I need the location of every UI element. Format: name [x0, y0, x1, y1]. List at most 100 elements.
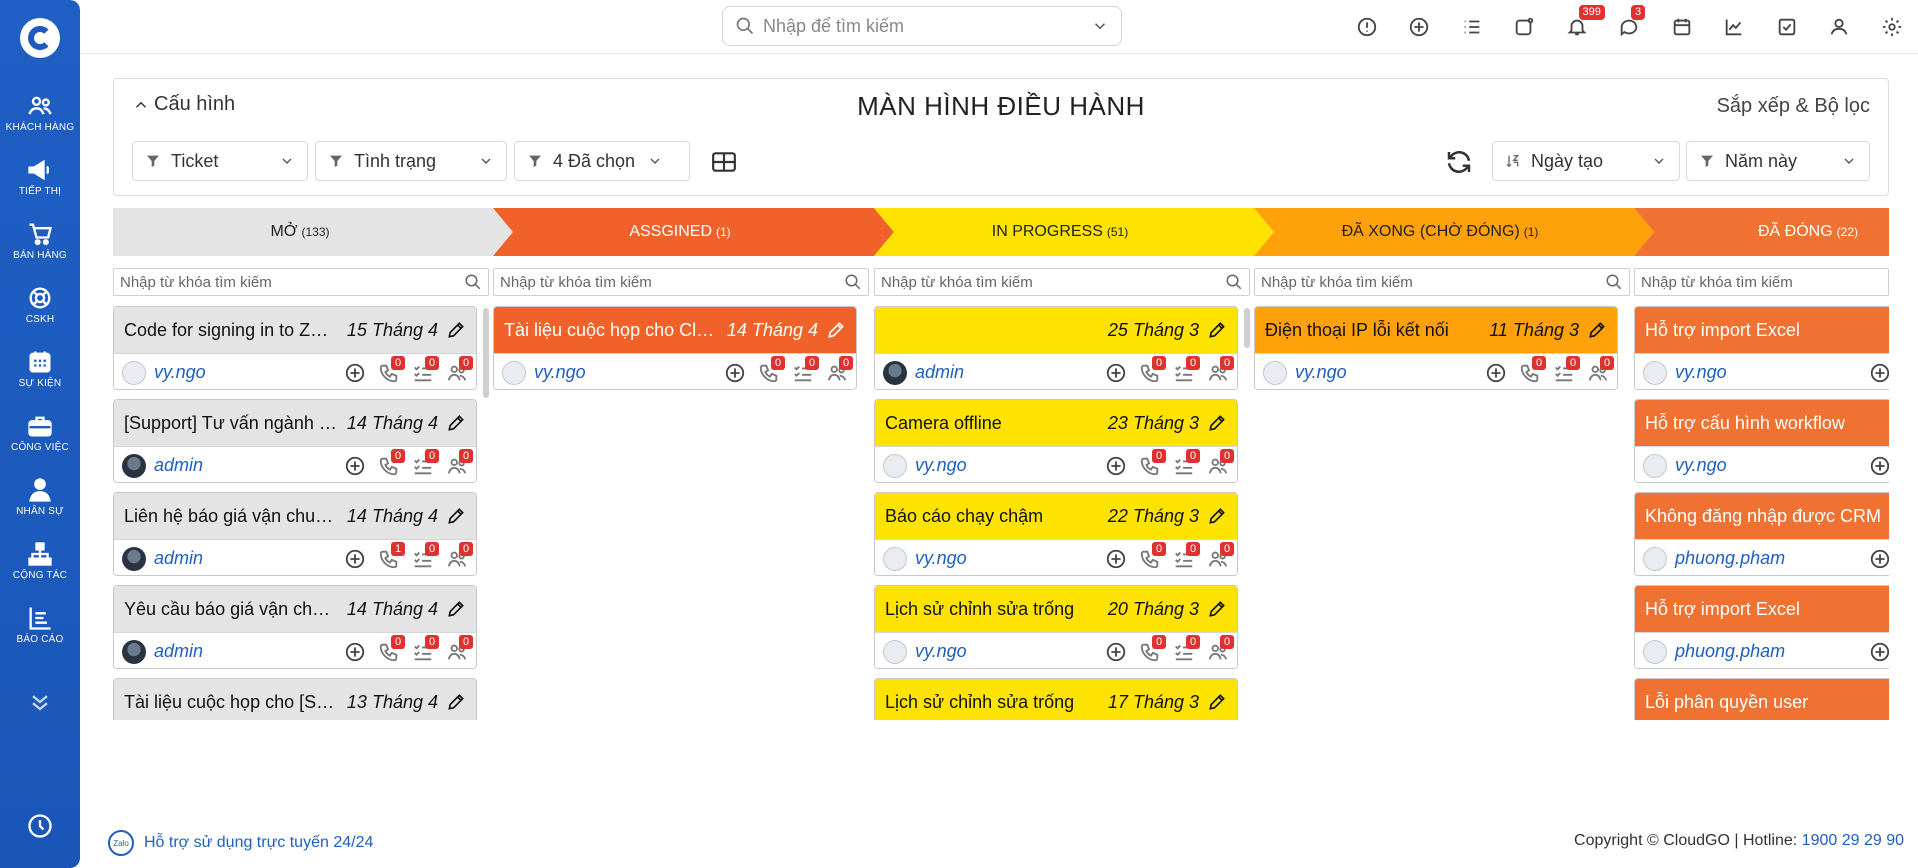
ticket-owner[interactable]: phuong.pham — [1675, 641, 1869, 662]
ticket-owner[interactable]: vy.ngo — [915, 548, 1105, 569]
ticket-owner[interactable]: vy.ngo — [915, 641, 1105, 662]
calls-button[interactable]: 0 — [1139, 448, 1167, 477]
ticket-title[interactable]: Yêu cầu báo giá vận chuyển — [124, 599, 337, 620]
profile-button[interactable] — [1813, 0, 1866, 54]
ticket-card[interactable]: Lịch sử chỉnh sửa trống 17 Tháng 3 — [874, 678, 1238, 720]
column-search-input[interactable]: Nhập từ khóa tìm kiếm — [493, 268, 869, 296]
add-activity-button[interactable] — [344, 641, 366, 663]
ticket-title[interactable]: Hỗ trợ import Excel — [1645, 599, 1889, 620]
calls-button[interactable]: 0 — [378, 634, 406, 663]
tasks-button[interactable]: 0 — [1173, 448, 1201, 477]
tasks-button[interactable]: 0 — [792, 355, 820, 384]
ticket-card[interactable]: Yêu cầu báo giá vận chuyển 14 Tháng 4 admi… — [113, 585, 477, 669]
edit-pencil-icon[interactable] — [446, 692, 466, 712]
ticket-owner[interactable]: admin — [154, 641, 344, 662]
add-activity-button[interactable] — [1869, 455, 1889, 477]
ticket-owner[interactable]: admin — [915, 362, 1105, 383]
column-search-input[interactable]: Nhập từ khóa tìm kiếm — [1254, 268, 1630, 296]
edit-pencil-icon[interactable] — [446, 413, 466, 433]
ticket-card[interactable]: Liên hệ báo giá vận chuyển container 14 T… — [113, 492, 477, 576]
tasks-button[interactable]: 0 — [412, 355, 440, 384]
ticket-owner[interactable]: vy.ngo — [915, 455, 1105, 476]
ticket-card[interactable]: Lịch sử chỉnh sửa trống 20 Tháng 3 vy.ngo 0… — [874, 585, 1238, 669]
stage-header-in_progress[interactable]: IN PROGRESS (51) — [910, 208, 1210, 256]
participants-button[interactable]: 0 — [1207, 634, 1235, 663]
notifications-button[interactable]: 399 — [1551, 0, 1605, 54]
add-activity-button[interactable] — [344, 548, 366, 570]
stage-header-da_xong[interactable]: ĐÃ XONG (CHỜ ĐÓNG) (1) — [1290, 208, 1590, 256]
settings-button[interactable] — [1866, 0, 1918, 54]
column-scrollbar[interactable] — [483, 308, 489, 398]
ticket-card[interactable]: Lỗi phân quyền user04 — [1634, 678, 1889, 720]
sidebar-item-5[interactable]: CÔNG VIỆC — [0, 412, 80, 453]
ticket-owner[interactable]: admin — [154, 455, 344, 476]
ticket-title[interactable]: Tài liệu cuộc họp cho [Swiss] — [124, 692, 337, 713]
sidebar-item-0[interactable]: KHÁCH HÀNG — [0, 92, 80, 133]
add-activity-button[interactable] — [344, 362, 366, 384]
ticket-owner[interactable]: vy.ngo — [534, 362, 724, 383]
participants-button[interactable]: 0 — [446, 634, 474, 663]
sidebar-item-2[interactable]: BÁN HÀNG — [0, 220, 80, 261]
time-filter-select[interactable]: Năm này — [1686, 141, 1870, 181]
participants-button[interactable]: 0 — [826, 355, 854, 384]
add-activity-button[interactable] — [1105, 362, 1127, 384]
edit-pencil-icon[interactable] — [446, 320, 466, 340]
ticket-card[interactable]: Báo cáo chạy chậm 22 Tháng 3 vy.ngo 0 0 0 — [874, 492, 1238, 576]
ticket-card[interactable]: [Support] Tư vấn ngành học 14 Tháng 4 admi… — [113, 399, 477, 483]
ticket-title[interactable]: Điện thoại IP lỗi kết nối — [1265, 320, 1479, 341]
column-scrollbar[interactable] — [1244, 308, 1250, 348]
edit-pencil-icon[interactable] — [1207, 692, 1227, 712]
quick-create-button[interactable] — [1393, 0, 1446, 54]
ticket-owner[interactable]: vy.ngo — [1675, 362, 1869, 383]
sort-filter-link[interactable]: Sắp xếp & Bộ lọc — [1717, 95, 1870, 118]
calls-button[interactable]: 0 — [1139, 541, 1167, 570]
ticket-owner[interactable]: admin — [154, 548, 344, 569]
ticket-card[interactable]: Tài liệu cuộc họp cho CloudGO 14 Tháng 4 v… — [493, 306, 857, 390]
grid-view-icon[interactable] — [711, 149, 737, 175]
support-link[interactable]: Zalo Hỗ trợ sử dụng trực tuyến 24/24 — [108, 830, 373, 856]
calls-button[interactable]: 0 — [378, 448, 406, 477]
sidebar-item-8[interactable]: BÁO CÁO — [0, 604, 80, 645]
sidebar-item-6[interactable]: NHÂN SỰ — [0, 476, 80, 517]
edit-pencil-icon[interactable] — [446, 506, 466, 526]
calendar-button[interactable] — [1656, 0, 1709, 54]
tasks-button[interactable]: 0 — [1173, 355, 1201, 384]
edit-pencil-icon[interactable] — [826, 320, 846, 340]
participants-button[interactable]: 0 — [446, 541, 474, 570]
calls-button[interactable]: 1 — [378, 541, 406, 570]
add-activity-button[interactable] — [1485, 362, 1507, 384]
column-search-input[interactable]: Nhập từ khóa tìm kiếm — [874, 268, 1250, 296]
tasks-button[interactable]: 0 — [1553, 355, 1581, 384]
ticket-title[interactable]: Tài liệu cuộc họp cho CloudGO — [504, 320, 717, 341]
ticket-title[interactable]: Lịch sử chỉnh sửa trống — [885, 599, 1098, 620]
sidebar-item-4[interactable]: SỰ KIỆN — [0, 348, 80, 389]
column-search-input[interactable]: Nhập từ khóa tìm kiếm — [1634, 268, 1889, 296]
tasks-button[interactable]: 0 — [1173, 634, 1201, 663]
sidebar-item-7[interactable]: CỘNG TÁC — [0, 540, 80, 581]
ticket-title[interactable]: Lịch sử chỉnh sửa trống — [885, 692, 1098, 713]
add-activity-button[interactable] — [1869, 362, 1889, 384]
participants-button[interactable]: 0 — [1587, 355, 1615, 384]
participants-button[interactable]: 0 — [446, 448, 474, 477]
stage-header-da_dong[interactable]: ĐÃ ĐÓNG (22) — [1658, 208, 1918, 256]
calls-button[interactable]: 0 — [378, 355, 406, 384]
tasks-button[interactable]: 0 — [412, 634, 440, 663]
history-clock-icon[interactable] — [26, 812, 54, 840]
add-activity-button[interactable] — [1105, 641, 1127, 663]
alert-button[interactable] — [1341, 0, 1394, 54]
ticket-title[interactable]: Báo cáo chạy chậm — [885, 506, 1098, 527]
ticket-title[interactable]: [Support] Tư vấn ngành học — [124, 413, 337, 434]
messages-button[interactable]: 3 — [1603, 0, 1656, 54]
ticket-title[interactable]: Liên hệ báo giá vận chuyển container — [124, 506, 337, 527]
ticket-title[interactable]: Hỗ trợ import Excel — [1645, 320, 1889, 341]
ticket-card[interactable]: Hỗ trợ import Excel24vy.ngo0 — [1634, 306, 1889, 390]
tasks-button[interactable]: 0 — [412, 541, 440, 570]
tasks-button[interactable] — [1761, 0, 1814, 54]
ticket-card[interactable]: Không đăng nhập được CRM16phuong.pham0 — [1634, 492, 1889, 576]
participants-button[interactable]: 0 — [1207, 355, 1235, 384]
hotline-number[interactable]: 1900 29 29 90 — [1802, 832, 1904, 849]
calls-button[interactable]: 0 — [1139, 634, 1167, 663]
column-search-input[interactable]: Nhập từ khóa tìm kiếm — [113, 268, 489, 296]
ticket-card[interactable]: 25 Tháng 3 admin 0 0 0 — [874, 306, 1238, 390]
calls-button[interactable]: 0 — [1519, 355, 1547, 384]
